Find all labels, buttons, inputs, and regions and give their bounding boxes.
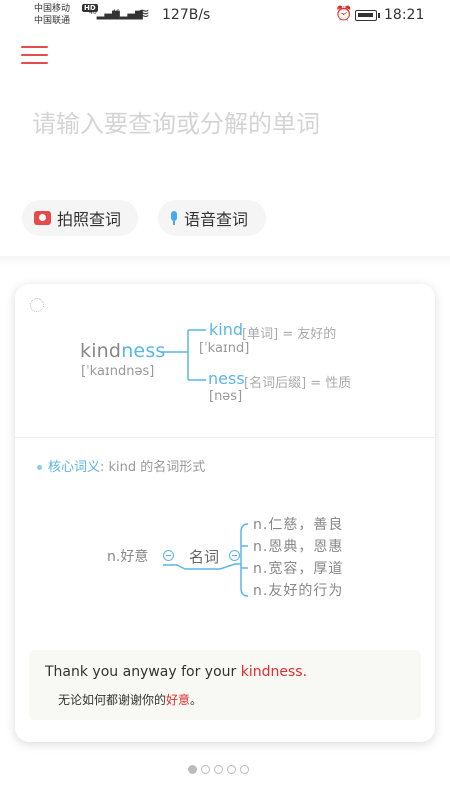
example-en-period: . — [302, 664, 308, 680]
page-dot-active[interactable] — [188, 765, 197, 774]
word-phonetic: [ˈkaɪndnəs] — [81, 364, 155, 379]
word-root: kind — [80, 340, 122, 362]
page-indicator — [188, 765, 249, 774]
query-word: kindness — [80, 340, 166, 362]
mindmap-left-node: n.好意 — [107, 549, 149, 565]
mindmap-item: n.恩典，恩惠 — [253, 539, 344, 555]
bullet-icon — [37, 465, 42, 470]
mindmap-item: n.仁慈，善良 — [253, 517, 344, 533]
network-2-label: 46 — [112, 9, 120, 16]
core-meaning-text: : kind 的名词形式 — [100, 460, 206, 475]
camera-icon — [34, 211, 51, 225]
example-cn-text: 无论如何都谢谢你的 — [58, 693, 167, 707]
wifi-icon: ≋ — [138, 6, 150, 22]
mindmap-center-node: 名词 — [189, 548, 220, 566]
morpheme-word[interactable]: ness — [208, 369, 245, 388]
example-en-highlight: kindness — [240, 664, 303, 680]
clock: 18:21 — [384, 7, 425, 23]
collapse-icon[interactable] — [163, 550, 174, 561]
alarm-icon: ⏰ — [335, 6, 353, 22]
mindmap-item: n.宽容，厚道 — [253, 561, 344, 577]
morpheme-phonetic: [ˈkaɪnd] — [199, 341, 250, 356]
header-divider — [0, 256, 450, 266]
microphone-icon — [170, 211, 178, 225]
example-sentence-box: Thank you anyway for your kindness. 无论如何… — [29, 650, 421, 720]
morpheme-meta: [名词后缀] = 性质 — [244, 376, 352, 391]
collapse-icon[interactable] — [229, 550, 240, 561]
core-meaning: 核心词义: kind 的名词形式 — [37, 456, 205, 475]
battery-icon — [355, 10, 377, 21]
photo-search-label: 拍照查词 — [57, 210, 122, 229]
example-english: Thank you anyway for your kindness. — [45, 664, 307, 680]
carrier-1: 中国移动 — [34, 4, 71, 14]
example-en-text: Thank you anyway for your — [45, 664, 241, 680]
menu-icon[interactable] — [21, 44, 49, 66]
voice-search-button[interactable]: 语音查词 — [158, 200, 266, 236]
morpheme-word[interactable]: kind — [209, 320, 243, 339]
morpheme-phonetic: [nəs] — [209, 389, 243, 404]
photo-search-button[interactable]: 拍照查词 — [22, 200, 138, 236]
status-bar: 中国移动 中国联通 HD 46▂▄▆ 46▂▄▆ ≋ 127B/s ⏰ 18:2… — [0, 0, 450, 32]
morpheme-meta: [单词] = 友好的 — [242, 327, 337, 342]
word-card[interactable]: kindness [ˈkaɪndnəs] kind [单词] = 友好的 [ˈk… — [15, 284, 435, 742]
card-divider — [15, 437, 435, 438]
page-dot[interactable] — [201, 765, 210, 774]
network-1-label: 46 — [89, 9, 97, 16]
page-dot[interactable] — [240, 765, 249, 774]
example-cn-highlight: 好意 — [166, 693, 191, 707]
carrier-2: 中国联通 — [34, 16, 71, 26]
mindmap-item: n.友好的行为 — [253, 583, 344, 599]
core-meaning-label: 核心词义 — [48, 460, 101, 475]
search-input[interactable] — [32, 104, 422, 144]
network-speed: 127B/s — [162, 7, 211, 23]
word-suffix: ness — [121, 340, 166, 362]
carrier-info: 中国移动 中国联通 — [34, 3, 70, 27]
example-cn-period: 。 — [190, 693, 203, 707]
example-chinese: 无论如何都谢谢你的好意。 — [58, 691, 202, 708]
voice-search-label: 语音查词 — [184, 210, 249, 229]
page-dot[interactable] — [214, 765, 223, 774]
page-dot[interactable] — [227, 765, 236, 774]
battery-tip — [378, 13, 380, 18]
